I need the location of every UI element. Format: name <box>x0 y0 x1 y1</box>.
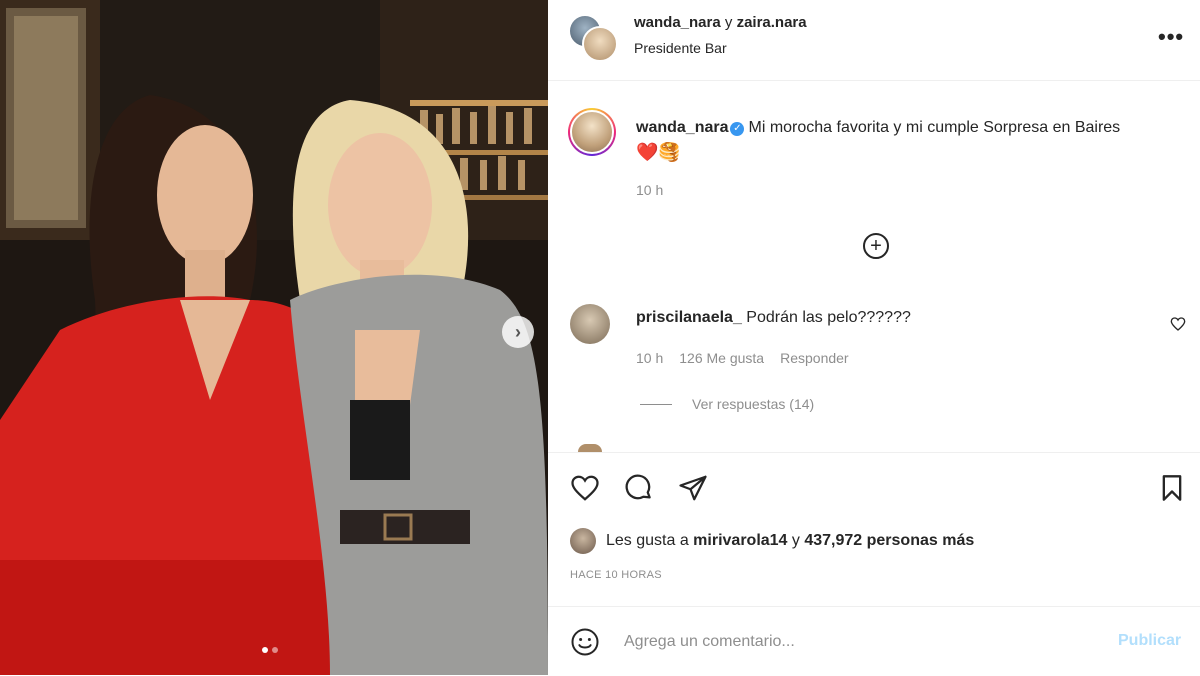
comment-icon[interactable] <box>624 473 654 508</box>
divider <box>640 403 672 405</box>
post-authors: wanda_nara y zaira.nara <box>634 14 807 31</box>
comment-username-link[interactable]: priscilanaela_ <box>636 309 742 326</box>
post-photo[interactable]: › <box>0 0 548 675</box>
caption-emojis: ❤️🥞 <box>636 142 681 162</box>
verified-badge-icon: ✓ <box>730 122 745 136</box>
avatar <box>570 110 614 154</box>
authors-connector: y <box>720 14 737 31</box>
reply-button[interactable]: Responder <box>780 350 849 366</box>
like-icon[interactable] <box>570 473 600 508</box>
photo-illustration <box>0 0 548 675</box>
comment-likes-count[interactable]: 126 Me gusta <box>679 350 764 366</box>
comment-avatar[interactable] <box>570 304 610 344</box>
view-replies-label: Ver respuestas (14) <box>692 396 815 412</box>
caption-text: Mi morocha favorita y mi cumple Sorpresa… <box>748 119 1121 136</box>
caption-username-link[interactable]: wanda_nara <box>636 119 728 136</box>
view-replies-button[interactable]: Ver respuestas (14) <box>640 396 814 412</box>
post-panel: wanda_nara y zaira.nara Presidente Bar •… <box>548 0 1200 675</box>
plus-icon: + <box>870 235 882 257</box>
likes-connector: y <box>787 532 805 549</box>
comment: priscilanaela_ Podrán las pelo?????? <box>636 309 911 327</box>
publish-button[interactable]: Publicar <box>1118 632 1181 650</box>
next-comment-avatar <box>578 444 602 452</box>
likes-summary: Les gusta a mirivarola14 y 437,972 perso… <box>570 528 974 554</box>
likes-prefix: Les gusta a <box>606 532 694 549</box>
likes-others-link[interactable]: 437,972 personas más <box>804 532 974 549</box>
emoji-smile-icon[interactable] <box>570 627 600 662</box>
comment-input[interactable] <box>622 627 1096 657</box>
carousel-dot <box>272 647 278 653</box>
comment-text: Podrán las pelo?????? <box>746 309 911 326</box>
more-options-button[interactable]: ••• <box>1158 24 1184 50</box>
author-username-link[interactable]: wanda_nara <box>634 14 721 31</box>
collab-avatars[interactable] <box>568 14 618 62</box>
comment-meta: 10 h 126 Me gusta Responder <box>636 350 849 366</box>
carousel-dot-active <box>262 647 268 653</box>
share-icon[interactable] <box>678 473 708 508</box>
comment-time[interactable]: 10 h <box>636 350 663 366</box>
avatar[interactable] <box>582 26 618 62</box>
caption-time[interactable]: 10 h <box>636 182 663 198</box>
coauthor-username-link[interactable]: zaira.nara <box>737 14 807 31</box>
location-link[interactable]: Presidente Bar <box>634 40 727 56</box>
post-header: wanda_nara y zaira.nara Presidente Bar •… <box>548 0 1200 81</box>
comment-like-icon[interactable] <box>1170 316 1186 337</box>
liker-username-link[interactable]: mirivarola14 <box>693 532 787 549</box>
load-more-comments-button[interactable]: + <box>863 233 889 259</box>
action-bar <box>548 452 1200 525</box>
carousel-next-button[interactable]: › <box>502 316 534 348</box>
likes-text: Les gusta a mirivarola14 y 437,972 perso… <box>606 532 974 550</box>
add-comment-bar: Publicar <box>548 606 1200 676</box>
save-bookmark-icon[interactable] <box>1158 473 1186 508</box>
avatar[interactable] <box>570 528 596 554</box>
caption-avatar[interactable] <box>568 108 616 156</box>
caption: wanda_nara ✓ Mi morocha favorita y mi cump… <box>636 116 1186 166</box>
post-timestamp[interactable]: HACE 10 HORAS <box>570 569 662 581</box>
carousel-dots <box>262 647 278 653</box>
